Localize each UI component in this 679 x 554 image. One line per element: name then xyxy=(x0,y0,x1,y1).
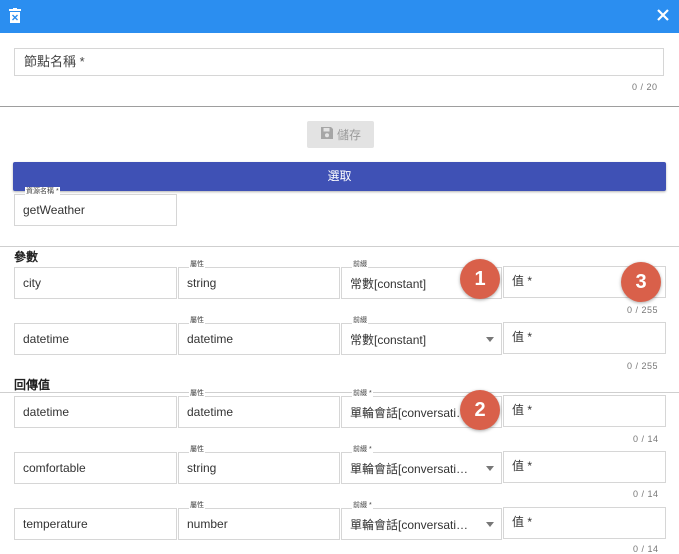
node-name-input[interactable]: 節點名稱 * xyxy=(14,48,664,76)
return-name-field[interactable]: datetime xyxy=(14,396,177,428)
return-prefix-value: 單輪會話[conversati… xyxy=(350,461,469,476)
chevron-down-icon[interactable] xyxy=(486,522,494,527)
annotation-badge-3: 3 xyxy=(621,262,661,302)
return-name-field[interactable]: temperature xyxy=(14,508,177,540)
chevron-down-icon[interactable] xyxy=(486,337,494,342)
return-value-input[interactable]: 值 * xyxy=(503,395,666,427)
save-label: 儲存 xyxy=(336,128,361,142)
return-prefix-select[interactable]: 前綴 * 單輪會話[conversati… xyxy=(341,501,502,540)
param-name-value: city xyxy=(23,276,41,290)
divider xyxy=(0,392,679,393)
return-attr-value: string xyxy=(187,461,217,475)
return-value-placeholder: 值 * xyxy=(512,402,533,417)
divider xyxy=(0,106,679,107)
param-value-input[interactable]: 值 * xyxy=(503,322,666,354)
param-attr-field[interactable]: 屬性 string xyxy=(178,260,340,299)
delete-icon[interactable] xyxy=(9,8,21,23)
resource-name-field[interactable]: 資源名稱 * getWeather xyxy=(14,187,177,226)
return-name-value: datetime xyxy=(23,405,70,419)
param-prefix-select[interactable]: 前綴 常數[constant] xyxy=(341,316,502,355)
annotation-badge-1: 1 xyxy=(460,259,500,299)
dialog-header xyxy=(0,0,679,33)
return-value-counter: 0 / 14 xyxy=(633,434,659,444)
param-attr-value: string xyxy=(187,276,217,290)
return-value-placeholder: 值 * xyxy=(512,458,533,473)
return-prefix-select[interactable]: 前綴 * 單輪會話[conversati… xyxy=(341,445,502,484)
param-name-field[interactable]: city xyxy=(14,267,177,299)
param-attr-field[interactable]: 屬性 datetime xyxy=(178,316,340,355)
return-value-placeholder: 值 * xyxy=(512,514,533,529)
returns-section-title: 回傳值 xyxy=(14,378,51,392)
select-button[interactable]: 選取 xyxy=(13,162,666,191)
param-value-placeholder: 值 * xyxy=(512,329,533,344)
param-value-placeholder: 值 * xyxy=(512,273,533,288)
return-name-value: comfortable xyxy=(23,461,86,475)
return-value-input[interactable]: 值 * xyxy=(503,451,666,483)
annotation-badge-2: 2 xyxy=(460,390,500,430)
params-section-title: 參數 xyxy=(14,250,39,264)
return-attr-value: number xyxy=(187,517,228,531)
return-name-field[interactable]: comfortable xyxy=(14,452,177,484)
param-prefix-value: 常數[constant] xyxy=(350,332,427,347)
param-attr-value: datetime xyxy=(187,332,234,346)
return-attr-value: datetime xyxy=(187,405,234,419)
param-name-value: datetime xyxy=(23,332,70,346)
divider xyxy=(0,246,679,247)
save-icon xyxy=(320,126,337,143)
param-value-counter: 0 / 255 xyxy=(627,361,659,371)
return-value-counter: 0 / 14 xyxy=(633,489,659,499)
param-value-counter: 0 / 255 xyxy=(627,305,659,315)
close-icon[interactable] xyxy=(656,8,670,22)
return-attr-field[interactable]: 屬性 string xyxy=(178,445,340,484)
chevron-down-icon[interactable] xyxy=(486,466,494,471)
return-attr-field[interactable]: 屬性 datetime xyxy=(178,389,340,428)
return-prefix-value: 單輪會話[conversati… xyxy=(350,517,469,532)
param-name-field[interactable]: datetime xyxy=(14,323,177,355)
return-attr-field[interactable]: 屬性 number xyxy=(178,501,340,540)
resource-name-value: getWeather xyxy=(23,203,85,217)
return-prefix-value: 單輪會話[conversati… xyxy=(350,405,468,420)
node-name-counter: 0 / 20 xyxy=(632,82,658,92)
param-prefix-value: 常數[constant] xyxy=(350,276,427,291)
return-value-input[interactable]: 值 * xyxy=(503,507,666,539)
return-name-value: temperature xyxy=(23,517,88,531)
save-button[interactable]: 儲存 xyxy=(307,121,374,148)
